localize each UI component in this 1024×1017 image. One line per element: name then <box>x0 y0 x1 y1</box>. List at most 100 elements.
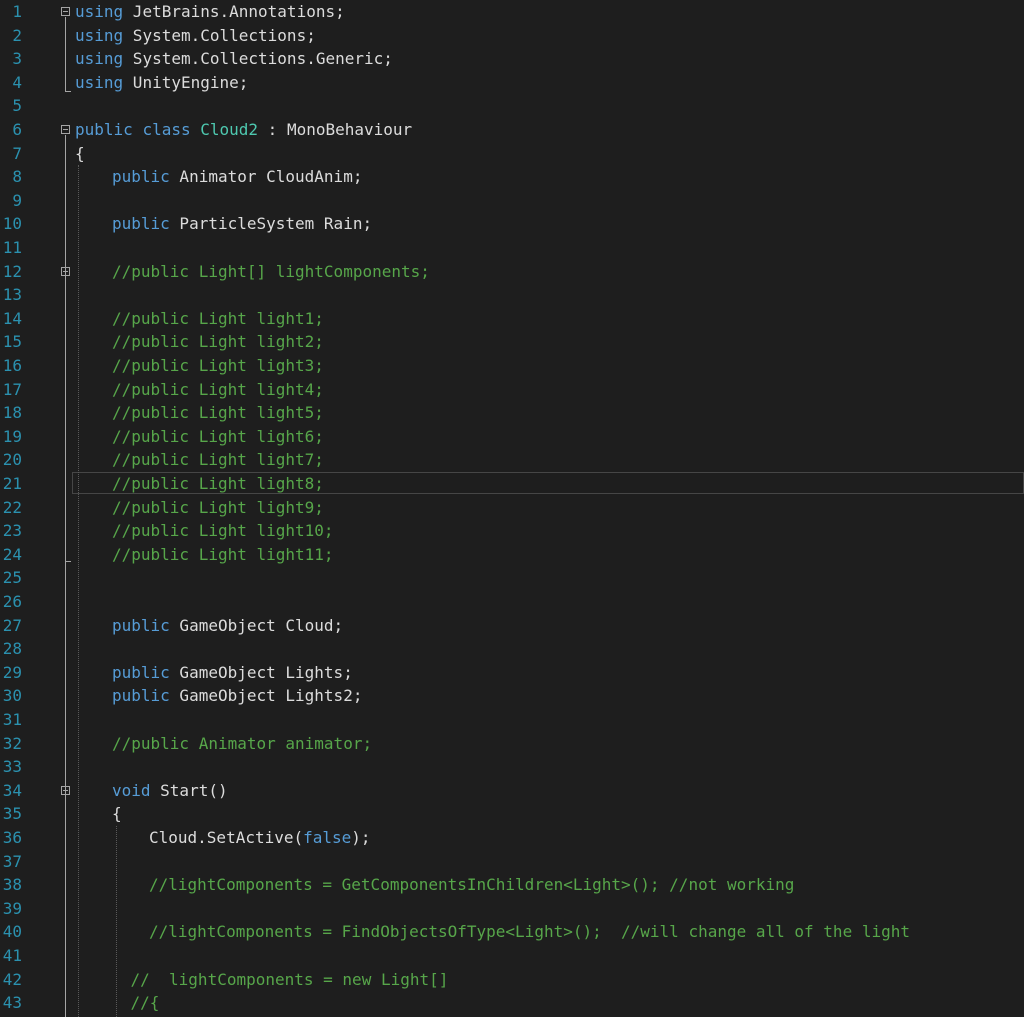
code-line[interactable]: 2 using System.Collections; <box>0 24 1024 48</box>
code-token: //public Light light8; <box>112 474 324 493</box>
code-text: using UnityEngine; <box>75 71 248 95</box>
code-line[interactable]: 29 public GameObject Lights; <box>0 661 1024 685</box>
line-number: 11 <box>2 238 22 257</box>
code-line[interactable]: 17 //public Light light4; <box>0 378 1024 402</box>
code-line[interactable]: 39 <box>0 897 1024 921</box>
code-token: //public Light light1; <box>112 308 324 328</box>
code-line[interactable]: 5 <box>0 94 1024 118</box>
code-line[interactable]: 14 //public Light light1; <box>0 307 1024 331</box>
line-number: 3 <box>12 49 22 69</box>
code-line[interactable]: 37 <box>0 850 1024 874</box>
code-line[interactable]: 33 <box>0 755 1024 779</box>
code-line[interactable]: 16 //public Light light3; <box>0 354 1024 378</box>
code-line[interactable]: 20 //public Light light7; <box>0 448 1024 472</box>
code-line[interactable]: 7{ <box>0 142 1024 166</box>
fold-toggle-icon[interactable] <box>61 7 70 16</box>
code-token: //public Light[] lightComponents; <box>112 261 430 281</box>
code-line[interactable]: 26 <box>0 590 1024 614</box>
code-token: : MonoBehaviour <box>258 120 413 139</box>
code-text: using System.Collections.Generic; <box>75 47 393 71</box>
code-line[interactable]: 11 <box>0 236 1024 260</box>
line-number: 38 <box>2 875 22 895</box>
code-line[interactable]: 35 { <box>0 802 1024 826</box>
line-number: 18 <box>2 403 22 423</box>
fold-toggle-icon[interactable] <box>61 785 70 795</box>
code-token: public <box>112 167 170 187</box>
code-text: void Start() <box>112 779 228 803</box>
code-line[interactable]: 23 //public Light light10; <box>0 519 1024 543</box>
code-token: using <box>75 49 124 69</box>
line-number: 35 <box>2 804 22 824</box>
code-line[interactable]: 15 //public Light light2; <box>0 330 1024 354</box>
code-line[interactable]: 4 using UnityEngine; <box>0 71 1024 95</box>
code-text: //public Light light9; <box>112 496 324 520</box>
code-token: //public Light light2; <box>112 332 324 352</box>
outline-guide <box>65 90 71 92</box>
code-token: System.Collections.Generic; <box>123 49 393 69</box>
code-line[interactable]: 36 Cloud.SetActive(false); <box>0 826 1024 850</box>
line-number: 21 <box>2 474 22 493</box>
code-line[interactable]: 3 using System.Collections.Generic; <box>0 47 1024 71</box>
line-number: 15 <box>2 332 22 352</box>
code-line[interactable]: 8 public Animator CloudAnim; <box>0 165 1024 189</box>
code-token: using <box>75 72 124 92</box>
code-token: void <box>112 780 151 800</box>
fold-toggle-icon[interactable] <box>61 266 70 276</box>
code-text: //public Light light3; <box>112 354 324 378</box>
code-text: public GameObject Cloud; <box>112 614 343 638</box>
code-text: //lightComponents = FindObjectsOfType<Li… <box>149 920 910 944</box>
line-number: 22 <box>2 497 22 517</box>
line-number: 39 <box>2 898 22 918</box>
code-text: public GameObject Lights; <box>112 661 353 685</box>
code-token: using <box>75 25 124 45</box>
line-number: 30 <box>2 686 22 706</box>
code-text: //public Light light5; <box>112 401 324 425</box>
line-number: 42 <box>2 969 22 989</box>
code-line[interactable]: 6 public class Cloud2 : MonoBehaviour <box>0 118 1024 142</box>
code-token: GameObject Cloud; <box>169 615 344 635</box>
code-line[interactable]: 12 //public Light[] lightComponents; <box>0 260 1024 284</box>
code-token: class <box>142 120 191 139</box>
code-line[interactable]: 31 <box>0 708 1024 732</box>
code-line[interactable]: 9 <box>0 189 1024 213</box>
code-line[interactable]: 22 //public Light light9; <box>0 496 1024 520</box>
code-editor[interactable]: 1 using JetBrains.Annotations; 2 using Syst… <box>0 0 1024 1017</box>
code-token: public <box>75 120 133 139</box>
code-line[interactable]: 10 public ParticleSystem Rain; <box>0 212 1024 236</box>
code-line[interactable]: 41 <box>0 944 1024 968</box>
line-number: 16 <box>2 356 22 375</box>
code-text: //lightComponents = GetComponentsInChild… <box>149 873 794 897</box>
code-line[interactable]: 13 <box>0 283 1024 307</box>
code-line[interactable]: 24 //public Light light11; <box>0 543 1024 567</box>
code-line[interactable]: 19 //public Light light6; <box>0 425 1024 449</box>
code-line[interactable]: 1 using JetBrains.Annotations; <box>0 0 1024 24</box>
code-line[interactable]: 43 //{ <box>0 991 1024 1015</box>
code-token: GameObject Lights; <box>169 662 353 682</box>
code-line[interactable]: 28 <box>0 637 1024 661</box>
code-text: public class Cloud2 : MonoBehaviour <box>75 118 412 142</box>
line-number: 28 <box>2 639 22 659</box>
code-line[interactable]: 30 public GameObject Lights2; <box>0 684 1024 708</box>
code-token: //public Light light10; <box>112 521 334 541</box>
fold-toggle-icon[interactable] <box>61 125 70 134</box>
code-token: Animator CloudAnim; <box>169 167 363 187</box>
code-token: Cloud.SetActive( <box>149 828 304 847</box>
line-number: 24 <box>2 544 22 564</box>
code-line[interactable]: 27 public GameObject Cloud; <box>0 614 1024 638</box>
line-number: 29 <box>2 662 22 682</box>
code-line[interactable]: 38 //lightComponents = GetComponentsInChi… <box>0 873 1024 897</box>
code-line[interactable]: 34 void Start() <box>0 779 1024 803</box>
code-line[interactable]: 32 //public Animator animator; <box>0 732 1024 756</box>
code-token: //public Animator animator; <box>112 733 373 753</box>
line-number: 26 <box>2 592 22 611</box>
code-line[interactable]: 42 // lightComponents = new Light[] <box>0 968 1024 992</box>
indent-guide <box>116 826 117 1017</box>
code-token: using <box>75 2 124 21</box>
code-line[interactable]: 40 //lightComponents = FindObjectsOfType<… <box>0 920 1024 944</box>
code-line[interactable]: 21 //public Light light8; <box>0 472 1024 496</box>
code-line[interactable]: 25 <box>0 566 1024 590</box>
code-line[interactable]: 18 //public Light light5; <box>0 401 1024 425</box>
code-text: public GameObject Lights2; <box>112 684 362 708</box>
